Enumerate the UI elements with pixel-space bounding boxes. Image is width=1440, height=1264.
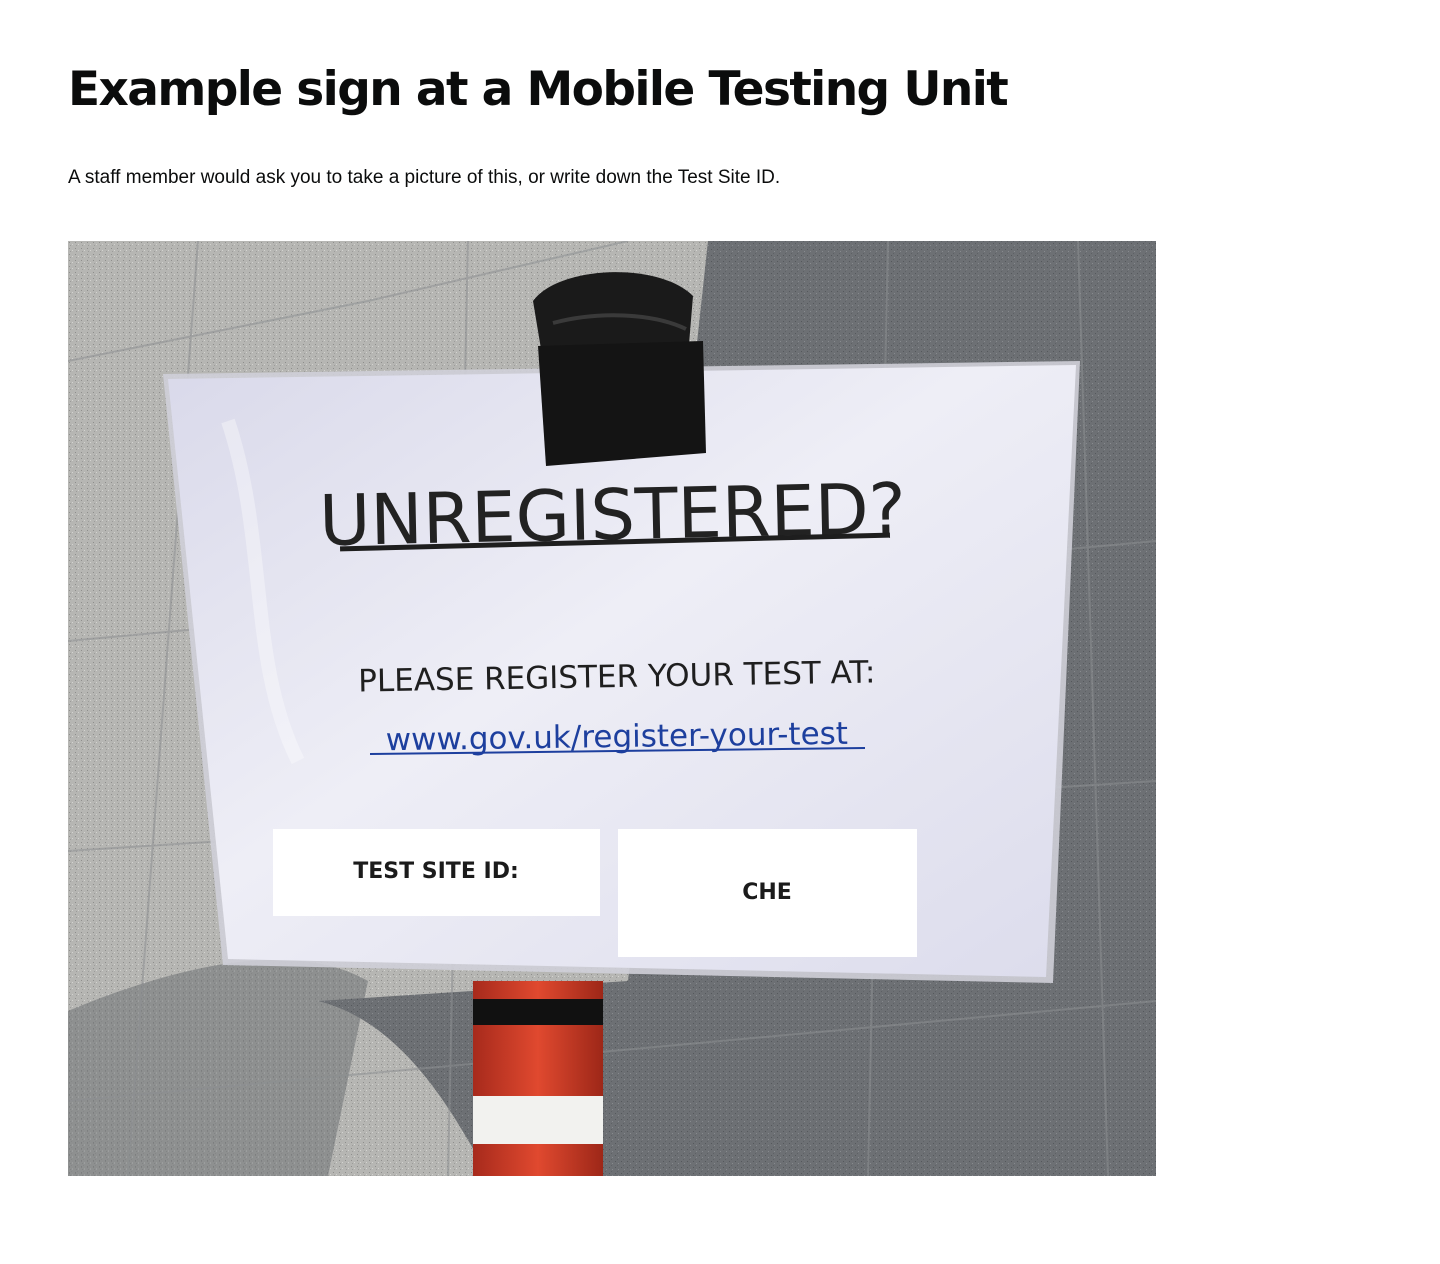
sign-photo: UNREGISTERED? PLEASE REGISTER YOUR TEST … — [68, 241, 1156, 1176]
page: Example sign at a Mobile Testing Unit A … — [0, 0, 1440, 1264]
sign-photo-illustration: UNREGISTERED? PLEASE REGISTER YOUR TEST … — [68, 241, 1156, 1176]
page-title: Example sign at a Mobile Testing Unit — [68, 62, 1009, 117]
post — [473, 981, 603, 1176]
tape — [533, 272, 706, 466]
sign-site-id-label: TEST SITE ID: — [353, 859, 519, 884]
page-lede: A staff member would ask you to take a p… — [68, 167, 781, 188]
sign-site-id-value: CHE — [742, 880, 792, 905]
